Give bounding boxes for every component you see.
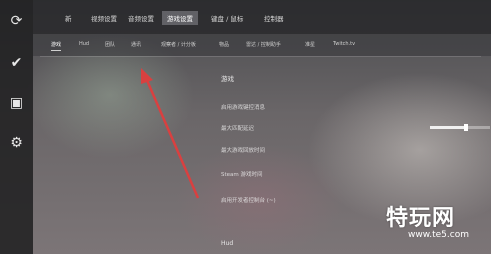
tab-audio-settings[interactable]: 音频设置 [128,13,154,23]
section-title-hud: Hud [221,240,234,247]
max-match-delay-slider[interactable] [430,124,490,131]
setting-row-label[interactable]: 最大匹配延迟 [221,124,254,132]
watermark: 特玩网 www.te5.com [386,200,481,248]
subtab-spectator-scoreboard[interactable]: 观察者 / 计分板 [161,41,196,48]
refresh-icon[interactable]: ⟳ [0,8,33,34]
setting-row-label[interactable]: 最大游戏回放时间 [221,146,265,154]
section-title: 游戏 [221,75,234,83]
sidebar: ⟳ ✔ ▣ ⚙ [0,0,33,254]
check-icon[interactable]: ✔ [0,50,33,76]
subtab-comms[interactable]: 通讯 [131,41,141,48]
sub-tab-bar: 游戏 Hud 团队 通讯 观察者 / 计分板 物品 雷达 / 控制助手 准星 T… [33,34,491,56]
tab-controller[interactable]: 控制器 [264,13,284,23]
setting-row-label[interactable]: 启用游戏键控消息 [221,103,265,111]
subtab-items[interactable]: 物品 [219,41,229,48]
subtab-crosshair[interactable]: 准星 [305,41,315,48]
tab-video-settings[interactable]: 视频设置 [91,13,117,23]
subtab-hud[interactable]: Hud [79,41,89,47]
gear-glyph: ⚙ [10,135,23,151]
tab-new[interactable]: 新 [65,13,72,23]
tab-keyboard-mouse[interactable]: 键盘 / 鼠标 [211,13,243,23]
gear-icon[interactable]: ⚙ [0,130,33,156]
folder-icon[interactable]: ▣ [0,90,33,116]
watermark-url: www.te5.com [408,230,469,240]
subtab-twitch[interactable]: Twitch.tv [333,41,355,47]
subtab-game[interactable]: 游戏 [51,41,62,51]
refresh-glyph: ⟳ [10,13,23,29]
setting-row-label[interactable]: Steam 游戏时间 [221,170,263,178]
main-tab-bar: 新 视频设置 音频设置 游戏设置 键盘 / 鼠标 控制器 [33,0,491,34]
slider-handle[interactable] [464,124,468,131]
check-glyph: ✔ [10,55,23,71]
header-divider [40,56,481,57]
subtab-team[interactable]: 团队 [105,41,115,48]
watermark-logo: 特玩网 [386,206,456,231]
folder-glyph: ▣ [9,95,24,111]
tab-game-settings[interactable]: 游戏设置 [162,11,198,25]
setting-row-label[interactable]: 启用开发者控制台 (~) [221,196,276,204]
slider-fill [430,126,466,129]
subtab-radar[interactable]: 雷达 / 控制助手 [246,41,281,48]
